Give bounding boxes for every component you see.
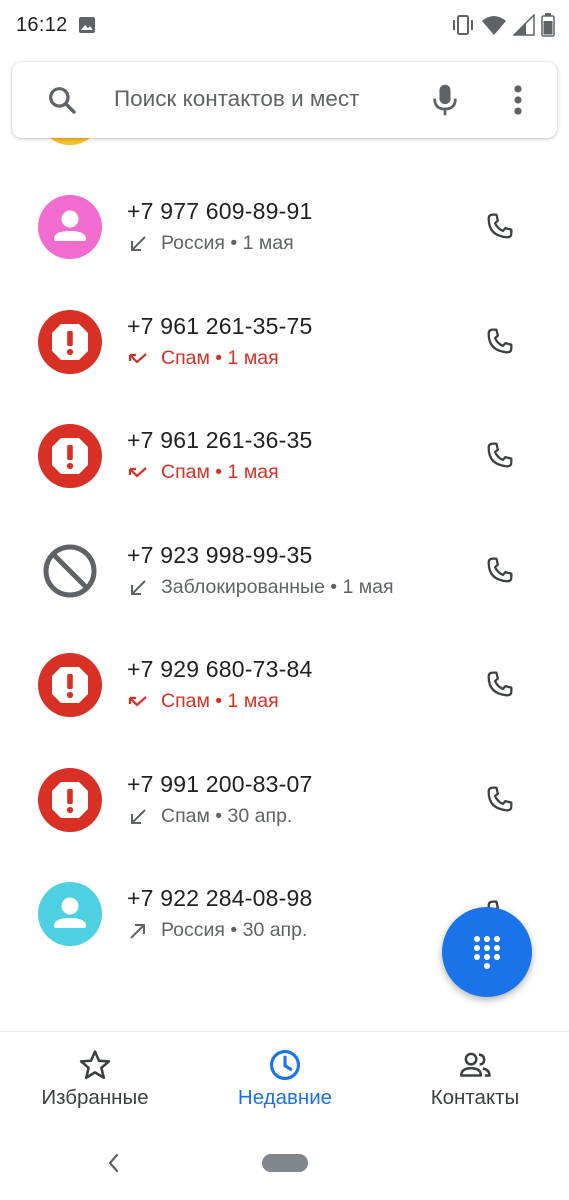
dialpad-icon: [474, 936, 500, 969]
incoming-call-icon: [131, 235, 146, 251]
call-details: Заблокированные • 1 мая: [127, 576, 394, 599]
spam-warning-icon: [38, 310, 102, 374]
call-log-list[interactable]: +7 985 335-17-16Россия • 2 мая+7 977 609…: [0, 0, 569, 1030]
missed-call-icon: [128, 352, 147, 364]
contacts-icon: [460, 1052, 491, 1077]
nav-recents-label: Недавние: [237, 1086, 333, 1109]
call-details-text: Спам • 30 апр.: [161, 805, 293, 827]
call-details: Спам • 30 апр.: [127, 805, 292, 828]
call-icon: [487, 328, 513, 354]
home-pill[interactable]: [262, 1154, 308, 1172]
missed-call-icon: [128, 466, 147, 478]
call-back-button[interactable]: [480, 206, 520, 246]
mic-icon[interactable]: [428, 82, 462, 118]
star-icon: [79, 1050, 111, 1080]
call-details-text: Спам • 1 мая: [161, 690, 279, 712]
phone-number: +7 961 261-35-75: [127, 313, 313, 339]
blocked-icon: [43, 544, 97, 598]
call-log-item[interactable]: +7 961 261-35-75 Спам • 1 мая: [0, 284, 569, 398]
call-avatar[interactable]: [38, 424, 102, 488]
call-details: Спам • 1 мая: [127, 461, 279, 484]
phone-number: +7 961 261-36-35: [127, 427, 313, 453]
call-icon: [487, 671, 513, 697]
call-log-item[interactable]: +7 929 680-73-84 Спам • 1 мая: [0, 627, 569, 741]
call-back-button[interactable]: [480, 321, 520, 361]
call-back-button[interactable]: [480, 779, 520, 819]
call-details-text: Россия • 1 мая: [161, 232, 294, 254]
call-avatar[interactable]: [38, 768, 102, 832]
call-avatar[interactable]: [38, 539, 102, 603]
nav-contacts-label: Контакты: [430, 1086, 520, 1109]
search-bar[interactable]: Поиск контактов и мест: [12, 62, 557, 138]
system-navigation: [0, 1131, 569, 1200]
call-log-item[interactable]: +7 923 998-99-35 Заблокированные • 1 мая: [0, 513, 569, 627]
call-details: Россия • 30 апр.: [127, 919, 307, 942]
call-icon: [487, 786, 513, 812]
nav-favorites[interactable]: Избранные: [30, 1032, 160, 1132]
search-input[interactable]: Поиск контактов и мест: [114, 86, 359, 112]
phone-number: +7 923 998-99-35: [127, 542, 313, 568]
phone-number: +7 929 680-73-84: [127, 656, 313, 682]
call-details: Спам • 1 мая: [127, 690, 279, 713]
back-icon[interactable]: [104, 1151, 124, 1175]
nav-favorites-label: Избранные: [41, 1086, 149, 1109]
phone-number: +7 922 284-08-98: [127, 885, 313, 911]
nav-recents[interactable]: Недавние: [220, 1032, 350, 1132]
bottom-navigation: Избранные Недавние Контакты: [0, 1031, 569, 1131]
incoming-call-icon: [131, 808, 146, 824]
call-details-text: Заблокированные • 1 мая: [161, 576, 394, 598]
incoming-call-icon: [131, 579, 146, 595]
call-log-item[interactable]: +7 991 200-83-07 Спам • 30 апр.: [0, 742, 569, 856]
call-back-button[interactable]: [480, 664, 520, 704]
call-details-text: Россия • 30 апр.: [161, 919, 308, 941]
person-avatar-icon: [38, 882, 102, 946]
outgoing-call-icon: [130, 923, 145, 939]
call-avatar[interactable]: [38, 195, 102, 259]
person-avatar-icon: [38, 195, 102, 259]
more-vert-icon[interactable]: [504, 82, 532, 118]
call-avatar[interactable]: [38, 653, 102, 717]
spam-warning-icon: [38, 424, 102, 488]
clock-icon: [269, 1049, 301, 1081]
spam-warning-icon: [38, 653, 102, 717]
call-details: Спам • 1 мая: [127, 347, 279, 370]
call-log-item[interactable]: +7 977 609-89-91 Россия • 1 мая: [0, 169, 569, 283]
nav-contacts[interactable]: Контакты: [410, 1032, 540, 1132]
phone-number: +7 977 609-89-91: [127, 198, 313, 224]
call-details-text: Спам • 1 мая: [161, 347, 279, 369]
call-avatar[interactable]: [38, 882, 102, 946]
call-icon: [487, 442, 513, 468]
call-icon: [487, 557, 513, 583]
call-back-button[interactable]: [480, 435, 520, 475]
dialpad-button[interactable]: [442, 907, 532, 997]
missed-call-icon: [128, 695, 147, 707]
phone-number: +7 991 200-83-07: [127, 771, 313, 797]
call-back-button[interactable]: [480, 550, 520, 590]
call-log-item[interactable]: +7 961 261-36-35 Спам • 1 мая: [0, 398, 569, 512]
call-details-text: Спам • 1 мая: [161, 461, 279, 483]
search-icon[interactable]: [46, 84, 78, 116]
call-avatar[interactable]: [38, 310, 102, 374]
call-details: Россия • 1 мая: [127, 232, 294, 255]
call-icon: [487, 213, 513, 239]
spam-warning-icon: [38, 768, 102, 832]
